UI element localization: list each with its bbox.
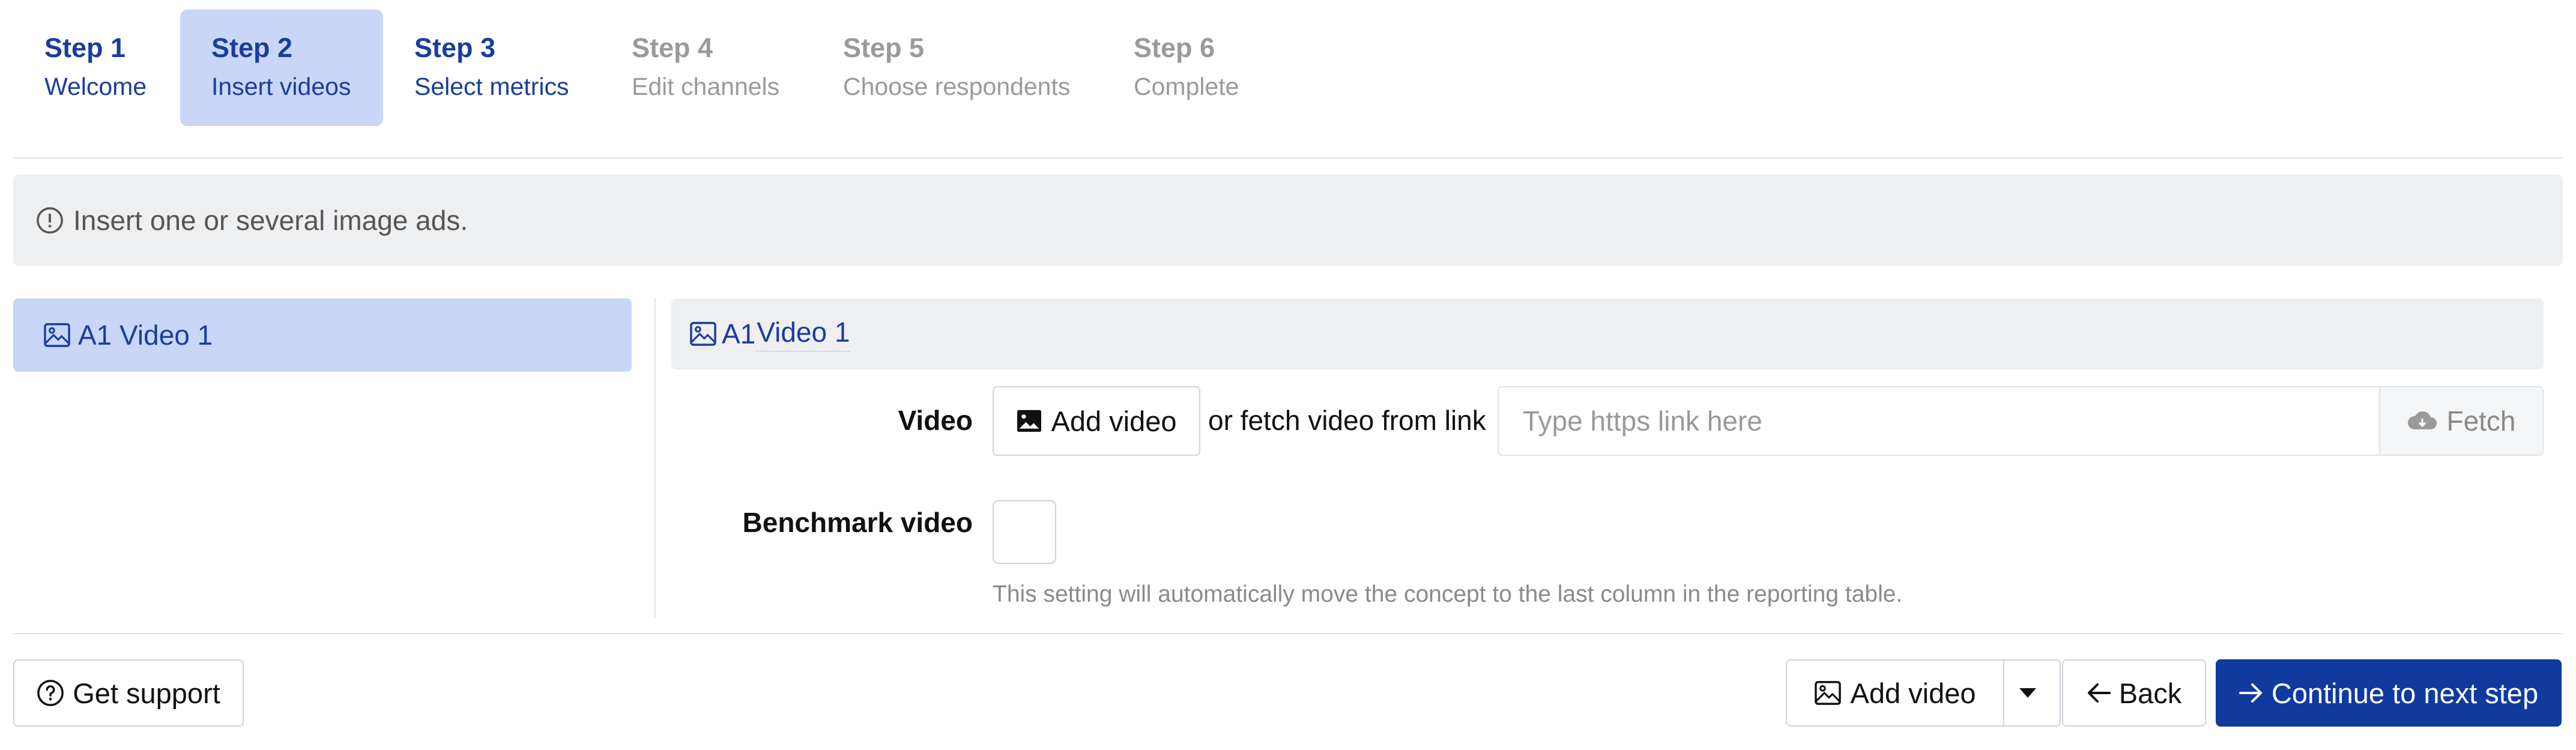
exclamation-circle-icon [37,207,63,234]
add-video-button[interactable]: Add video [993,386,1200,456]
link-input[interactable] [1499,387,2379,455]
benchmark-checkbox[interactable] [993,500,1056,564]
info-alert: Insert one or several image ads. [13,175,2563,266]
or-fetch-text: or fetch video from link [1208,405,1486,436]
video-title-editable[interactable]: Video 1 [757,316,850,352]
image-icon [1017,410,1042,432]
step-6: Step 6 Complete [1102,10,1271,126]
step-number: Step 3 [414,32,496,63]
image-icon [690,322,716,346]
step-5: Step 5 Choose respondents [812,10,1102,126]
wizard-steps: Step 1 Welcome Step 2 Insert videos Step… [13,10,1271,126]
back-label: Back [2118,677,2182,709]
step-name: Select metrics [414,73,569,100]
step-number: Step 5 [843,32,925,63]
step-name: Insert videos [211,73,351,100]
sidebar-item-video-1[interactable]: A1 Video 1 [13,298,632,372]
step-number: Step 6 [1134,32,1215,63]
add-video-footer-button[interactable]: Add video [1786,659,2004,727]
back-button[interactable]: Back [2062,659,2206,727]
step-number: Step 1 [44,32,126,63]
arrow-right-icon [2239,683,2262,703]
cloud-download-icon [2408,411,2437,429]
step-name: Choose respondents [843,73,1071,100]
add-video-dropdown-toggle[interactable] [2003,659,2061,727]
step-2[interactable]: Step 2 Insert videos [180,10,383,126]
caret-down-icon [2019,688,2036,698]
info-text: Insert one or several image ads. [73,205,468,236]
image-icon [1815,681,1842,705]
sidebar-item-label: A1 Video 1 [78,319,213,351]
image-icon [44,323,70,347]
get-support-label: Get support [73,677,220,709]
arrow-left-icon [2087,683,2111,703]
step-3[interactable]: Step 3 Select metrics [383,10,600,126]
video-panel-header: A1 Video 1 [671,298,2544,369]
fetch-button[interactable]: Fetch [2379,387,2542,455]
get-support-button[interactable]: Get support [13,659,244,727]
add-video-label: Add video [1051,405,1177,437]
step-4: Step 4 Edit channels [600,10,812,126]
step-name: Complete [1134,73,1239,100]
step-name: Edit channels [632,73,780,100]
question-circle-icon [37,680,64,706]
video-label: Video [898,405,973,436]
fetch-label: Fetch [2446,405,2516,437]
step-number: Step 4 [632,32,713,63]
benchmark-label: Benchmark video [742,507,973,538]
divider [13,633,2563,634]
video-prefix: A1 [722,318,756,349]
benchmark-help-text: This setting will automatically move the… [993,581,1903,607]
step-1[interactable]: Step 1 Welcome [13,10,180,126]
add-video-footer-label: Add video [1850,677,1976,709]
divider [13,157,2563,159]
continue-label: Continue to next step [2271,677,2539,709]
vertical-divider [655,298,656,618]
link-input-group: Fetch [1498,386,2544,456]
continue-button[interactable]: Continue to next step [2216,659,2562,727]
step-name: Welcome [44,73,147,100]
step-number: Step 2 [211,32,293,63]
